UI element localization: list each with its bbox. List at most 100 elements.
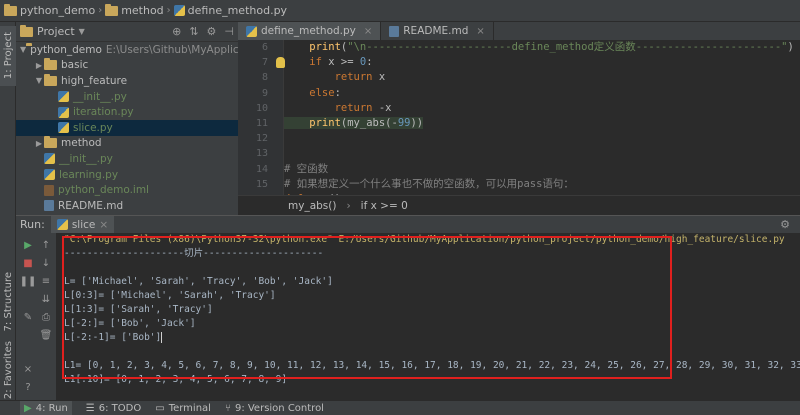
- help-icon[interactable]: ?: [22, 381, 34, 393]
- chevron-down-icon[interactable]: ▼: [34, 76, 44, 85]
- clear-icon[interactable]: 🗑: [40, 329, 53, 341]
- bottom-tab-run[interactable]: ▶ 4: Run: [20, 400, 72, 415]
- pin-icon[interactable]: ✎: [22, 311, 34, 323]
- folder-icon: [4, 3, 17, 16]
- split-icon[interactable]: ⇅: [189, 25, 198, 38]
- navigation-breadcrumb: python_demo › method › define_method.py: [0, 0, 800, 22]
- bottom-tab-label: 6: TODO: [98, 402, 142, 414]
- tree-item[interactable]: README.md: [16, 198, 238, 214]
- print-icon[interactable]: ⎙: [40, 311, 52, 323]
- stop-icon[interactable]: ■: [22, 257, 34, 269]
- version-control-icon: ⑂: [224, 402, 231, 414]
- left-tool-strip: 1: Project 7: Structure 2: Favorites: [0, 22, 16, 400]
- python-file-icon: [173, 5, 185, 16]
- console-text: L[-2:]= ['Bob', 'Jack']: [64, 318, 196, 329]
- code-content: else:: [284, 87, 341, 99]
- todo-icon: ☰: [85, 402, 95, 414]
- tree-item-path: E:\Users\Github\MyApplication\python: [105, 43, 238, 56]
- code-area[interactable]: 6 print("\n-----------------------define…: [256, 40, 800, 205]
- tree-item[interactable]: __init__.py: [16, 89, 238, 105]
- tree-item-label: basic: [61, 59, 89, 72]
- run-console-output[interactable]: "C:\Program Files (x86)\Python37-32\pyth…: [56, 233, 800, 400]
- tree-item[interactable]: learning.py: [16, 167, 238, 183]
- gear-icon[interactable]: ⚙: [780, 218, 790, 231]
- chevron-right-icon[interactable]: ▶: [34, 61, 44, 70]
- code-line: 8 return x: [262, 70, 800, 85]
- tree-item[interactable]: iteration.py: [16, 104, 238, 120]
- editor-tab-readme[interactable]: README.md ×: [381, 22, 494, 40]
- tree-item[interactable]: ▶ method: [16, 136, 238, 152]
- breadcrumb-method-label: method: [121, 4, 164, 17]
- breadcrumb-file[interactable]: define_method.py: [173, 4, 287, 17]
- editor-tab-define-method[interactable]: define_method.py ×: [238, 22, 382, 40]
- tree-item[interactable]: __init__.py: [16, 151, 238, 167]
- chevron-down-icon[interactable]: ▼: [20, 45, 26, 54]
- line-number: 15: [255, 178, 268, 190]
- hide-icon[interactable]: ⊣: [224, 25, 234, 38]
- code-token: else: [284, 86, 335, 99]
- editor-breadcrumb-function[interactable]: my_abs(): [288, 200, 336, 212]
- lightbulb-icon[interactable]: [276, 57, 285, 69]
- scroll-down-icon[interactable]: ↓: [40, 257, 52, 269]
- close-icon[interactable]: ×: [99, 219, 108, 231]
- bottom-tab-version-control[interactable]: ⑂ 9: Version Control: [225, 403, 324, 414]
- tree-item[interactable]: ▼ high_feature: [16, 73, 238, 89]
- run-tab-slice[interactable]: slice ×: [50, 215, 115, 234]
- code-token: (my_abs(-: [340, 116, 398, 129]
- tree-item-label: learning.py: [59, 168, 119, 181]
- tool-tab-structure-label: 7: Structure: [2, 272, 14, 332]
- soft-wrap-icon[interactable]: ≡: [40, 275, 52, 287]
- tree-item[interactable]: slice.py: [16, 119, 238, 136]
- code-token: :: [366, 56, 373, 69]
- project-panel: Project ▼ ⊕ ⇅ ⚙ ⊣ ▼ python_demo E:\Users\G…: [16, 22, 238, 215]
- console-line: L= ['Michael', 'Sarah', 'Tracy', 'Bob', …: [64, 275, 800, 289]
- run-tab-label: slice: [71, 218, 96, 231]
- bottom-tab-terminal[interactable]: ▭ Terminal: [155, 403, 211, 414]
- tree-item-label: README.md: [58, 199, 124, 212]
- code-token: return: [284, 71, 379, 84]
- bottom-tab-todo[interactable]: ☰ 6: TODO: [86, 403, 141, 414]
- close-icon[interactable]: ×: [22, 363, 34, 375]
- scroll-to-end-icon[interactable]: ⇊: [40, 293, 52, 305]
- target-icon[interactable]: ⊕: [172, 25, 181, 38]
- rerun-icon[interactable]: ▶: [22, 239, 34, 251]
- pause-icon[interactable]: ❚❚: [20, 275, 37, 287]
- chevron-right-icon[interactable]: ▶: [34, 139, 44, 148]
- tool-tab-structure[interactable]: 7: Structure: [0, 267, 16, 337]
- line-number: 10: [255, 102, 268, 114]
- text-cursor: [161, 332, 163, 343]
- python-file-icon: [44, 169, 55, 181]
- code-line: 13: [256, 146, 800, 161]
- folder-icon: [44, 58, 57, 71]
- project-panel-title[interactable]: Project: [37, 25, 75, 38]
- breadcrumb-method[interactable]: method: [105, 3, 164, 17]
- code-content: print("\n-----------------------define_m…: [284, 41, 794, 53]
- gear-icon[interactable]: ⚙: [207, 25, 217, 38]
- scroll-up-icon[interactable]: ↑: [40, 239, 52, 251]
- tree-item[interactable]: python_demo.iml: [16, 182, 238, 198]
- python-file-icon: [56, 219, 68, 230]
- tree-item-label: __init__.py: [73, 90, 127, 103]
- tool-tab-favorites[interactable]: 2: Favorites: [0, 340, 16, 400]
- console-text: ---------------------切片-----------------…: [64, 248, 324, 259]
- breadcrumb-project[interactable]: python_demo: [4, 3, 96, 17]
- python-file-icon: [246, 25, 257, 37]
- tool-tab-project[interactable]: 1: Project: [0, 26, 16, 86]
- tree-item[interactable]: ▶ basic: [16, 58, 238, 74]
- run-panel-label: Run:: [20, 218, 45, 231]
- editor-breadcrumb-condition[interactable]: if x >= 0: [361, 200, 408, 212]
- markdown-file-icon: [389, 25, 400, 37]
- tree-item-label: slice.py: [73, 121, 113, 134]
- line-number: 14: [255, 163, 268, 175]
- tree-item-label: __init__.py: [59, 152, 113, 165]
- chevron-down-icon[interactable]: ▼: [79, 27, 85, 36]
- line-number: 13: [255, 148, 268, 160]
- code-line: 15 # 如果想定义一个什么事也不做的空函数，可以用pass语句：: [256, 177, 800, 192]
- console-text: "C:\Program Files (x86)\Python37-32\pyth…: [64, 234, 785, 245]
- code-token: -x: [378, 101, 392, 114]
- close-icon[interactable]: ×: [476, 26, 484, 37]
- breadcrumb-project-label: python_demo: [20, 4, 96, 17]
- tree-item[interactable]: ▼ python_demoE:\Users\Github\MyApplicatio…: [16, 42, 238, 58]
- close-icon[interactable]: ×: [364, 26, 372, 37]
